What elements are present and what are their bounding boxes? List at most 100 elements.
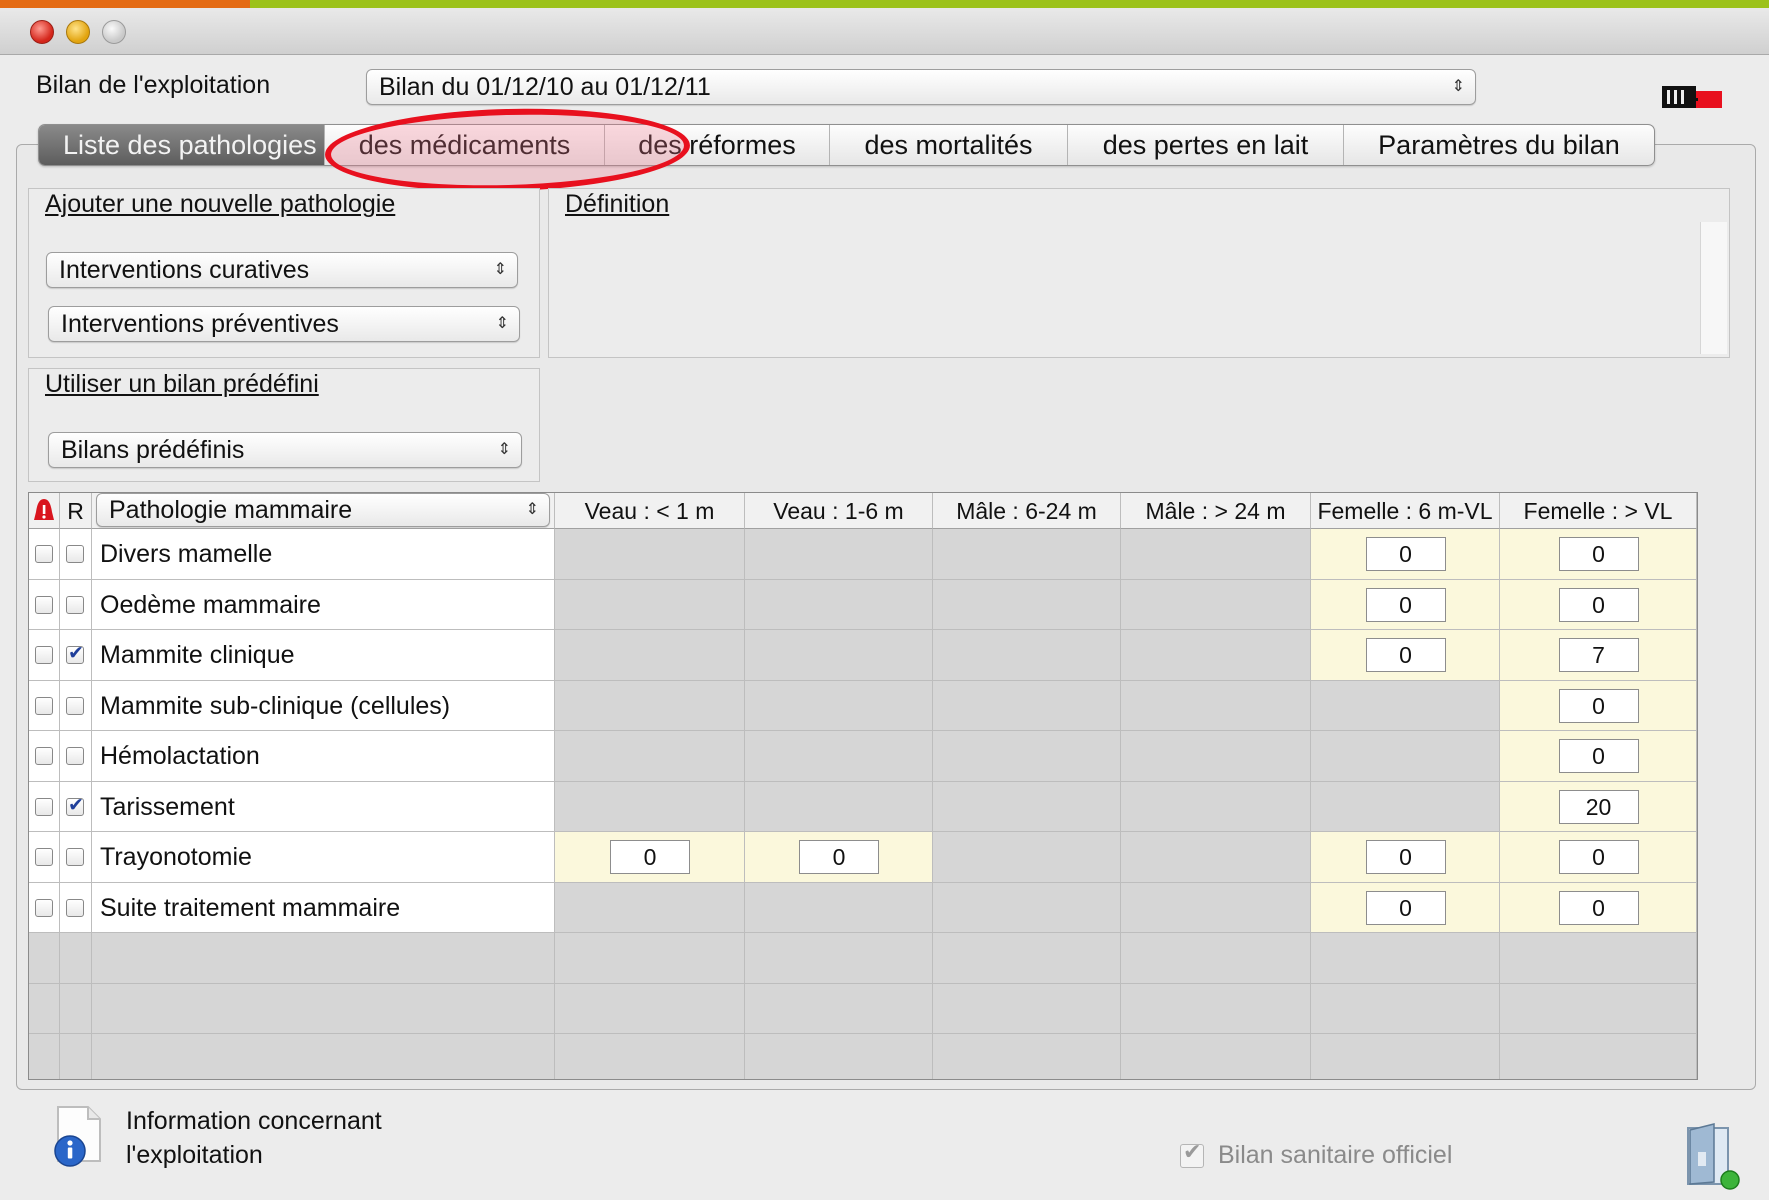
count-input[interactable]: 0 <box>610 840 690 874</box>
empty-cell <box>92 1034 555 1079</box>
empty-cell <box>555 933 745 984</box>
curative-select[interactable]: Interventions curatives ⇕ <box>46 252 518 288</box>
empty-cell <box>1500 983 1697 1034</box>
count-input[interactable]: 0 <box>1365 587 1446 622</box>
value-cell <box>1121 579 1311 630</box>
tab-pathologies[interactable]: Liste des pathologies <box>39 125 325 165</box>
predefined-title[interactable]: Utiliser un bilan prédéfini <box>45 370 319 399</box>
pathology-name: Hémolactation <box>100 742 260 770</box>
count-input[interactable]: 7 <box>1558 638 1639 672</box>
tab-parametres[interactable]: Paramètres du bilan <box>1344 125 1654 165</box>
empty-cell <box>60 983 92 1034</box>
value-cell <box>1121 529 1311 580</box>
r-checkbox[interactable] <box>66 747 84 765</box>
value-cell <box>745 882 933 933</box>
table-row[interactable]: Suite traitement mammaire <box>92 882 555 933</box>
count-input[interactable]: 0 <box>1558 739 1639 773</box>
value-cell <box>1121 680 1311 731</box>
value-cell <box>933 882 1121 933</box>
empty-cell <box>933 1034 1121 1079</box>
alert-checkbox[interactable] <box>35 747 53 765</box>
table-row[interactable]: Mammite clinique <box>92 630 555 681</box>
value-cell <box>555 731 745 782</box>
count-input[interactable]: 0 <box>1365 890 1446 925</box>
pathology-name: Mammite sub-clinique (cellules) <box>100 691 451 720</box>
value-cell: 0 <box>1311 832 1500 883</box>
empty-cell <box>1311 1034 1500 1079</box>
table-row[interactable]: Divers mamelle <box>92 529 555 580</box>
r-checkbox[interactable] <box>66 545 84 563</box>
value-cell <box>745 731 933 782</box>
save-door-icon[interactable] <box>1684 1122 1744 1190</box>
definition-text-area[interactable] <box>562 222 1692 354</box>
count-input[interactable]: 0 <box>1558 890 1639 925</box>
value-cell <box>555 529 745 580</box>
select-arrows-icon: ⇕ <box>495 315 509 332</box>
count-input[interactable]: 0 <box>1558 840 1639 874</box>
value-cell <box>745 781 933 832</box>
alert-checkbox[interactable] <box>35 898 53 917</box>
tab-pertes-lait[interactable]: des pertes en lait <box>1068 125 1344 165</box>
predefined-select[interactable]: Bilans prédéfinis ⇕ <box>48 432 522 468</box>
r-checkbox[interactable] <box>66 595 84 614</box>
count-input[interactable]: 0 <box>1365 638 1446 672</box>
value-cell <box>745 579 933 630</box>
count-input[interactable]: 0 <box>1558 688 1639 723</box>
minimize-window-button[interactable] <box>66 20 90 44</box>
value-cell <box>745 630 933 681</box>
empty-cell <box>60 1034 92 1079</box>
empty-cell <box>92 983 555 1034</box>
alert-checkbox[interactable] <box>35 848 53 866</box>
column-header: Femelle : > VL <box>1500 493 1697 529</box>
r-checkbox[interactable] <box>66 898 84 917</box>
table-row[interactable]: Tarissement <box>92 781 555 832</box>
alert-checkbox[interactable] <box>35 797 53 816</box>
pathology-name: Divers mamelle <box>100 540 273 568</box>
add-pathology-title[interactable]: Ajouter une nouvelle pathologie <box>45 190 395 219</box>
table-row[interactable]: Hémolactation <box>92 731 555 782</box>
value-cell: 0 <box>1500 579 1697 630</box>
column-header: Mâle : > 24 m <box>1121 493 1311 529</box>
alert-checkbox[interactable] <box>35 696 53 715</box>
r-checkbox[interactable] <box>66 848 84 866</box>
value-cell: 0 <box>745 832 933 883</box>
count-input[interactable]: 20 <box>1558 789 1639 824</box>
zoom-window-button[interactable] <box>102 20 126 44</box>
value-cell <box>555 630 745 681</box>
period-select[interactable]: Bilan du 01/12/10 au 01/12/11 ⇕ <box>366 69 1476 105</box>
count-input[interactable]: 0 <box>1558 537 1639 571</box>
r-checkbox[interactable] <box>66 794 84 816</box>
r-checkbox[interactable] <box>66 642 84 664</box>
r-checkbox[interactable] <box>66 696 84 715</box>
category-header: Pathologie mammaire ⇕ <box>92 493 555 529</box>
empty-cell <box>29 1034 60 1079</box>
official-bilan-label: Bilan sanitaire officiel <box>1218 1141 1453 1169</box>
count-input[interactable]: 0 <box>1365 840 1446 874</box>
official-bilan-checkbox[interactable] <box>1180 1140 1204 1168</box>
r-column-header: R <box>60 493 92 529</box>
category-select[interactable]: Pathologie mammaire ⇕ <box>96 493 550 527</box>
preventive-select[interactable]: Interventions préventives ⇕ <box>48 306 520 342</box>
count-input[interactable]: 0 <box>1365 537 1446 571</box>
alert-checkbox[interactable] <box>35 646 53 664</box>
value-cell <box>933 731 1121 782</box>
count-input[interactable]: 0 <box>799 840 879 874</box>
value-cell <box>555 579 745 630</box>
close-window-button[interactable] <box>30 20 54 44</box>
alert-checkbox[interactable] <box>35 595 53 614</box>
flag-icon[interactable] <box>1662 82 1724 112</box>
value-cell: 0 <box>1500 680 1697 731</box>
table-row[interactable]: Mammite sub-clinique (cellules) <box>92 680 555 731</box>
table-row[interactable]: Oedème mammaire <box>92 579 555 630</box>
count-input[interactable]: 0 <box>1558 587 1639 622</box>
tab-mortalites[interactable]: des mortalités <box>830 125 1068 165</box>
definition-scrollbar[interactable] <box>1700 222 1727 354</box>
table-row[interactable]: Trayonotomie <box>92 832 555 883</box>
empty-cell <box>745 983 933 1034</box>
r-cell <box>60 579 92 630</box>
alert-checkbox[interactable] <box>35 545 53 563</box>
alert-cell <box>29 882 60 933</box>
pathology-name: Trayonotomie <box>100 843 252 871</box>
info-document-icon[interactable] <box>50 1105 104 1167</box>
empty-cell <box>745 1034 933 1079</box>
